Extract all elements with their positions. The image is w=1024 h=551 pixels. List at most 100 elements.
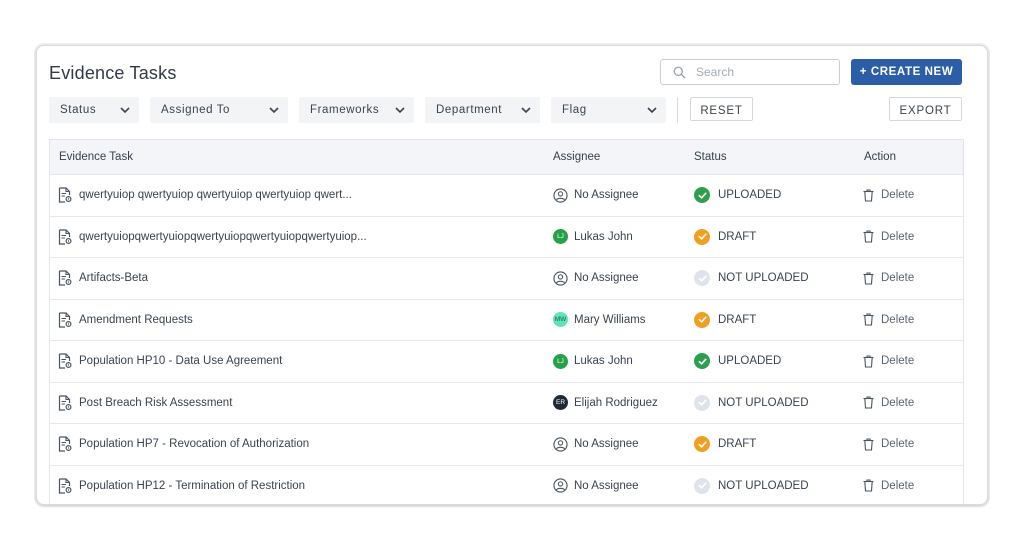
task-name: Amendment Requests <box>79 313 193 326</box>
table-row[interactable]: Post Breach Risk Assessment ER Elijah Rod… <box>50 382 963 424</box>
status-badge: NOT UPLOADED <box>718 479 809 492</box>
table-row[interactable]: Population HP12 - Termination of Restric… <box>50 465 963 505</box>
status-badge: UPLOADED <box>718 189 782 202</box>
delete-label: Delete <box>881 479 915 492</box>
task-cell[interactable]: qwertyuiop qwertyuiop qwertyuiop qwertyu… <box>58 175 352 216</box>
delete-button[interactable]: Delete <box>863 272 914 285</box>
table-row[interactable]: Artifacts-Beta No Assignee NOT UPLOADED … <box>50 258 963 300</box>
column-header-task: Evidence Task <box>59 151 133 163</box>
column-header-assignee: Assignee <box>553 151 601 163</box>
assignee-cell[interactable]: MW Mary Williams <box>553 300 646 341</box>
avatar: LJ <box>553 229 568 245</box>
filter-divider <box>677 97 678 123</box>
filter-label: Flag <box>562 104 587 116</box>
delete-button[interactable]: Delete <box>863 189 914 202</box>
reset-button[interactable]: RESET <box>690 97 753 121</box>
delete-button[interactable]: Delete <box>863 479 914 492</box>
document-gear-icon <box>58 229 72 245</box>
filter-label: Assigned To <box>161 104 231 116</box>
task-name: qwertyuiopqwertyuiopqwertyuiopqwertyuiop… <box>79 230 367 243</box>
trash-icon <box>863 230 874 243</box>
assignee-name: Elijah Rodriguez <box>574 396 658 409</box>
status-cell: DRAFT <box>694 217 756 258</box>
evidence-tasks-card: Evidence Tasks + CREATE NEW Status Assig… <box>36 45 988 505</box>
action-cell: Delete <box>863 300 914 341</box>
assignee-name: No Assignee <box>574 479 639 492</box>
task-name: Population HP10 - Data Use Agreement <box>79 355 283 368</box>
table-row[interactable]: Population HP7 - Revocation of Authoriza… <box>50 424 963 466</box>
filter-label: Frameworks <box>310 104 380 116</box>
page-title: Evidence Tasks <box>49 63 177 83</box>
check-icon <box>694 270 710 287</box>
action-cell: Delete <box>863 217 914 258</box>
trash-icon <box>863 355 874 368</box>
assignee-name: No Assignee <box>574 189 639 202</box>
document-gear-icon <box>58 270 72 286</box>
table-header: Evidence Task Assignee Status Action <box>50 140 963 175</box>
delete-button[interactable]: Delete <box>863 355 914 368</box>
task-cell[interactable]: Population HP7 - Revocation of Authoriza… <box>58 424 309 465</box>
status-badge: DRAFT <box>718 438 757 451</box>
document-gear-icon <box>58 187 72 203</box>
task-cell[interactable]: Population HP12 - Termination of Restric… <box>58 466 306 505</box>
table-row[interactable]: Amendment Requests MW Mary Williams DRAFT… <box>50 299 963 341</box>
delete-button[interactable]: Delete <box>863 230 914 243</box>
action-cell: Delete <box>863 424 914 465</box>
table-row[interactable]: Population HP10 - Data Use Agreement LJ L… <box>50 341 963 383</box>
status-cell: NOT UPLOADED <box>694 466 809 505</box>
export-button[interactable]: EXPORT <box>889 97 962 121</box>
task-cell[interactable]: Population HP10 - Data Use Agreement <box>58 341 282 382</box>
delete-label: Delete <box>881 313 915 326</box>
action-cell: Delete <box>863 258 914 299</box>
assignee-name: Lukas John <box>574 355 633 368</box>
status-badge: NOT UPLOADED <box>718 272 809 285</box>
avatar: MW <box>553 312 568 328</box>
status-cell: UPLOADED <box>694 175 781 216</box>
filter-assigned-to[interactable]: Assigned To <box>150 97 288 123</box>
assignee-cell[interactable]: No Assignee <box>553 175 639 216</box>
delete-button[interactable]: Delete <box>863 313 914 326</box>
trash-icon <box>863 479 874 492</box>
assignee-cell[interactable]: LJ Lukas John <box>553 341 633 382</box>
assignee-cell[interactable]: ER Elijah Rodriguez <box>553 383 658 424</box>
status-badge: DRAFT <box>718 313 757 326</box>
search-icon <box>673 66 686 78</box>
table-row[interactable]: qwertyuiopqwertyuiopqwertyuiopqwertyuiop… <box>50 216 963 258</box>
create-new-button[interactable]: + CREATE NEW <box>851 59 962 85</box>
column-header-status: Status <box>694 151 727 163</box>
search-input[interactable] <box>694 64 828 80</box>
delete-label: Delete <box>881 438 915 451</box>
document-gear-icon <box>58 478 72 494</box>
task-name: qwertyuiop qwertyuiop qwertyuiop qwertyu… <box>79 189 352 202</box>
task-cell[interactable]: Post Breach Risk Assessment <box>58 383 232 424</box>
task-cell[interactable]: qwertyuiopqwertyuiopqwertyuiopqwertyuiop… <box>58 217 367 258</box>
table-row[interactable]: qwertyuiop qwertyuiop qwertyuiop qwertyu… <box>50 175 963 217</box>
task-name: Post Breach Risk Assessment <box>79 396 233 409</box>
delete-button[interactable]: Delete <box>863 438 914 451</box>
check-icon <box>694 394 710 411</box>
search-box[interactable] <box>660 59 840 85</box>
chevron-down-icon <box>521 107 531 114</box>
delete-button[interactable]: Delete <box>863 396 914 409</box>
task-cell[interactable]: Artifacts-Beta <box>58 258 148 299</box>
filter-status[interactable]: Status <box>49 97 139 123</box>
filter-flag[interactable]: Flag <box>551 97 666 123</box>
filter-frameworks[interactable]: Frameworks <box>299 97 414 123</box>
task-cell[interactable]: Amendment Requests <box>58 300 193 341</box>
task-name: Population HP12 - Termination of Restric… <box>79 479 306 492</box>
action-cell: Delete <box>863 175 914 216</box>
delete-label: Delete <box>881 272 915 285</box>
delete-label: Delete <box>881 230 915 243</box>
assignee-cell[interactable]: No Assignee <box>553 424 639 465</box>
user-circle-icon <box>553 271 568 286</box>
assignee-cell[interactable]: No Assignee <box>553 466 639 505</box>
filter-department[interactable]: Department <box>425 97 540 123</box>
check-icon <box>694 311 710 328</box>
assignee-cell[interactable]: No Assignee <box>553 258 639 299</box>
document-gear-icon <box>58 436 72 452</box>
assignee-cell[interactable]: LJ Lukas John <box>553 217 633 258</box>
document-gear-icon <box>58 312 72 328</box>
avatar: ER <box>553 395 568 411</box>
table-body: qwertyuiop qwertyuiop qwertyuiop qwertyu… <box>50 175 963 505</box>
assignee-name: Lukas John <box>574 230 633 243</box>
